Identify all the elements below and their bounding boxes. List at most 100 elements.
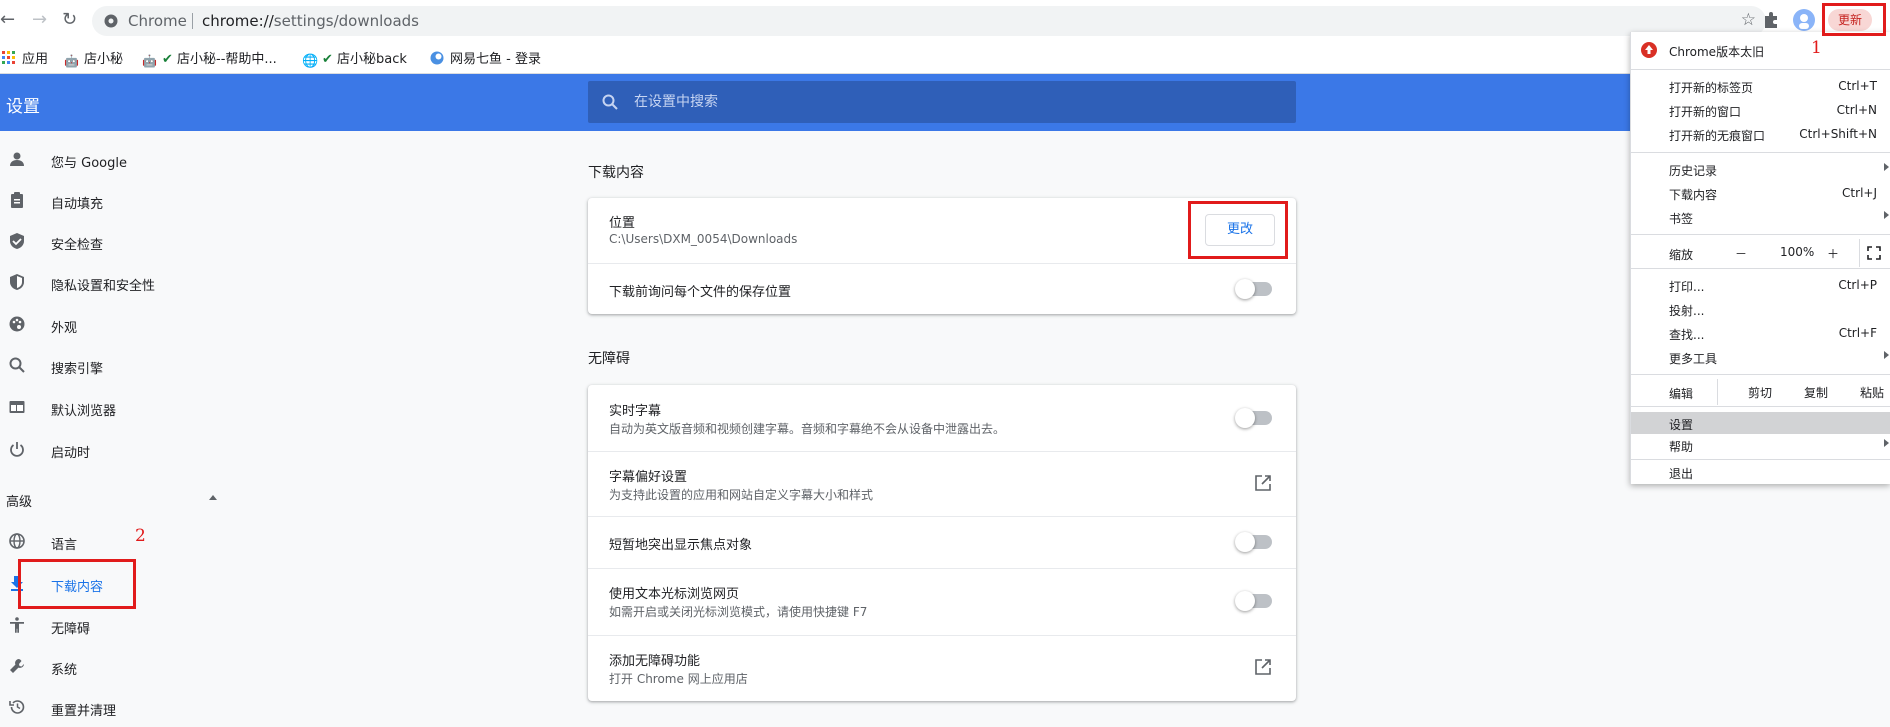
- menu-settings[interactable]: 设置: [1631, 412, 1890, 434]
- caption-preferences-row[interactable]: 字幕偏好设置 为支持此设置的应用和网站自定义字幕大小和样式: [588, 452, 1296, 516]
- sidebar-item-languages[interactable]: 语言: [0, 523, 300, 561]
- sidebar-item-on-startup[interactable]: 启动时: [0, 431, 300, 469]
- sidebar-item-label: 启动时: [51, 446, 91, 461]
- sidebar-item-default-browser[interactable]: 默认浏览器: [0, 389, 300, 427]
- bookmark-dianxiaomi-back[interactable]: 🌐 ✔ 店小秘back: [302, 48, 407, 69]
- caret-browsing-toggle[interactable]: [1235, 591, 1272, 611]
- submenu-arrow-icon: [1884, 439, 1889, 447]
- paste-button[interactable]: 粘贴: [1860, 384, 1884, 401]
- caret-browsing-description: 如需开启或关闭光标浏览模式，请使用快捷键 F7: [609, 605, 868, 619]
- sidebar-item-label: 语言: [51, 538, 78, 553]
- live-caption-row[interactable]: 实时字幕 自动为英文版音频和视频创建字幕。音频和字幕绝不会从设备中泄露出去。: [588, 385, 1296, 451]
- site-info-icon[interactable]: [104, 14, 118, 28]
- fullscreen-icon[interactable]: [1867, 246, 1881, 260]
- annotation-box-update: [1822, 3, 1886, 36]
- settings-search[interactable]: [588, 81, 1296, 123]
- focus-highlight-toggle[interactable]: [1235, 532, 1272, 552]
- url-path: settings/downloads: [273, 12, 419, 30]
- browser-toolbar: ← → ↻ Chrome chrome://settings/downloads…: [0, 0, 1890, 40]
- sidebar-item-privacy[interactable]: 隐私设置和安全性: [0, 264, 300, 302]
- menu-label: 编辑: [1669, 387, 1694, 401]
- live-caption-title: 实时字幕: [609, 404, 662, 419]
- menu-shortcut: Ctrl+Shift+N: [1799, 127, 1877, 141]
- add-accessibility-features-row[interactable]: 添加无障碍功能 打开 Chrome 网上应用店: [588, 636, 1296, 701]
- extensions-puzzle-icon[interactable]: [1762, 11, 1780, 29]
- caption-preferences-description: 为支持此设置的应用和网站自定义字幕大小和样式: [609, 488, 874, 502]
- menu-label: Chrome版本太旧: [1669, 45, 1765, 59]
- menu-shortcut: Ctrl+P: [1838, 278, 1877, 292]
- sidebar-item-label: 搜索引擎: [51, 362, 104, 377]
- zoom-out-button[interactable]: －: [1735, 245, 1747, 262]
- ask-where-to-save-row[interactable]: 下载前询问每个文件的保存位置: [588, 264, 1296, 314]
- menu-cast[interactable]: 投射...: [1631, 298, 1890, 320]
- focus-highlight-row[interactable]: 短暂地突出显示焦点对象: [588, 517, 1296, 568]
- menu-label: 投射...: [1669, 304, 1705, 318]
- apps-grid-icon: [2, 51, 15, 64]
- menu-zoom: 缩放 － 100% ＋: [1631, 239, 1890, 267]
- bookmark-qiyu[interactable]: 网易七鱼 - 登录: [430, 48, 541, 67]
- bookmark-apps[interactable]: 应用: [2, 48, 48, 67]
- menu-bookmarks[interactable]: 书签: [1631, 206, 1890, 228]
- globe-icon: 🌐: [302, 54, 319, 69]
- star-icon[interactable]: ☆: [1741, 10, 1756, 30]
- site-label: Chrome: [128, 12, 187, 30]
- menu-label: 历史记录: [1669, 164, 1718, 178]
- sidebar-item-system[interactable]: 系统: [0, 648, 300, 686]
- sidebar-item-autofill[interactable]: 自动填充: [0, 182, 300, 220]
- sidebar-item-you-and-google[interactable]: 您与 Google: [0, 141, 300, 179]
- accessibility-card: 实时字幕 自动为英文版音频和视频创建字幕。音频和字幕绝不会从设备中泄露出去。 字…: [588, 385, 1296, 701]
- sidebar-item-search-engine[interactable]: 搜索引擎: [0, 347, 300, 385]
- menu-downloads[interactable]: 下载内容 Ctrl+J: [1631, 182, 1890, 204]
- annotation-box-downloads: [18, 559, 136, 609]
- submenu-arrow-icon: [1884, 211, 1889, 219]
- menu-help[interactable]: 帮助: [1631, 434, 1890, 456]
- reload-icon[interactable]: ↻: [62, 9, 77, 30]
- location-title: 位置: [609, 216, 636, 231]
- menu-history[interactable]: 历史记录: [1631, 158, 1890, 180]
- address-bar[interactable]: Chrome chrome://settings/downloads ☆: [92, 6, 1766, 36]
- bookmark-dianxiaomi-help[interactable]: 🤖 ✔ 店小秘--帮助中...: [142, 48, 277, 68]
- url-text[interactable]: chrome://settings/downloads: [202, 12, 419, 30]
- bookmark-label: 应用: [22, 52, 49, 67]
- downloads-section-title: 下载内容: [588, 165, 644, 181]
- menu-shortcut: Ctrl+T: [1838, 79, 1877, 93]
- menu-exit[interactable]: 退出: [1631, 458, 1890, 481]
- search-input[interactable]: [634, 91, 1274, 113]
- omnibox-separator: [192, 13, 193, 29]
- sidebar-item-reset[interactable]: 重置并清理: [0, 689, 300, 727]
- ask-where-to-save-toggle[interactable]: [1235, 279, 1272, 299]
- cut-button[interactable]: 剪切: [1748, 384, 1772, 401]
- focus-highlight-title: 短暂地突出显示焦点对象: [609, 538, 753, 553]
- search-icon: [8, 357, 26, 375]
- forward-arrow-icon[interactable]: →: [32, 9, 47, 30]
- bookmark-dianxiaomi[interactable]: 🤖 店小秘: [64, 48, 123, 68]
- menu-new-incognito[interactable]: 打开新的无痕窗口 Ctrl+Shift+N: [1631, 123, 1890, 145]
- open-in-new-icon[interactable]: [1254, 658, 1272, 676]
- caption-preferences-title: 字幕偏好设置: [609, 470, 688, 485]
- menu-update-notice[interactable]: Chrome版本太旧: [1631, 39, 1890, 61]
- person-icon: [8, 151, 26, 169]
- sidebar-advanced-toggle[interactable]: 高级: [0, 480, 300, 518]
- menu-new-tab[interactable]: 打开新的标签页 Ctrl+T: [1631, 75, 1890, 97]
- copy-button[interactable]: 复制: [1804, 384, 1828, 401]
- avatar[interactable]: [1793, 9, 1815, 31]
- menu-label: 下载内容: [1669, 188, 1718, 202]
- menu-more-tools[interactable]: 更多工具: [1631, 346, 1890, 368]
- add-accessibility-title: 添加无障碍功能: [609, 654, 701, 669]
- zoom-in-button[interactable]: ＋: [1827, 245, 1839, 262]
- back-arrow-icon[interactable]: ←: [0, 9, 15, 30]
- open-in-new-icon[interactable]: [1254, 474, 1272, 492]
- annotation-box-change: [1188, 201, 1288, 259]
- caret-browsing-row[interactable]: 使用文本光标浏览网页 如需开启或关闭光标浏览模式，请使用快捷键 F7: [588, 569, 1296, 635]
- menu-print[interactable]: 打印... Ctrl+P: [1631, 274, 1890, 296]
- sidebar-item-accessibility[interactable]: 无障碍: [0, 607, 300, 645]
- menu-find[interactable]: 查找... Ctrl+F: [1631, 322, 1890, 344]
- menu-label: 打开新的无痕窗口: [1669, 129, 1766, 143]
- menu-new-window[interactable]: 打开新的窗口 Ctrl+N: [1631, 99, 1890, 121]
- accessibility-icon: [8, 617, 26, 635]
- sidebar-item-label: 安全检查: [51, 238, 104, 253]
- sidebar-item-safety-check[interactable]: 安全检查: [0, 223, 300, 261]
- live-caption-toggle[interactable]: [1235, 408, 1272, 428]
- chevron-up-icon: [209, 495, 217, 500]
- sidebar-item-appearance[interactable]: 外观: [0, 306, 300, 344]
